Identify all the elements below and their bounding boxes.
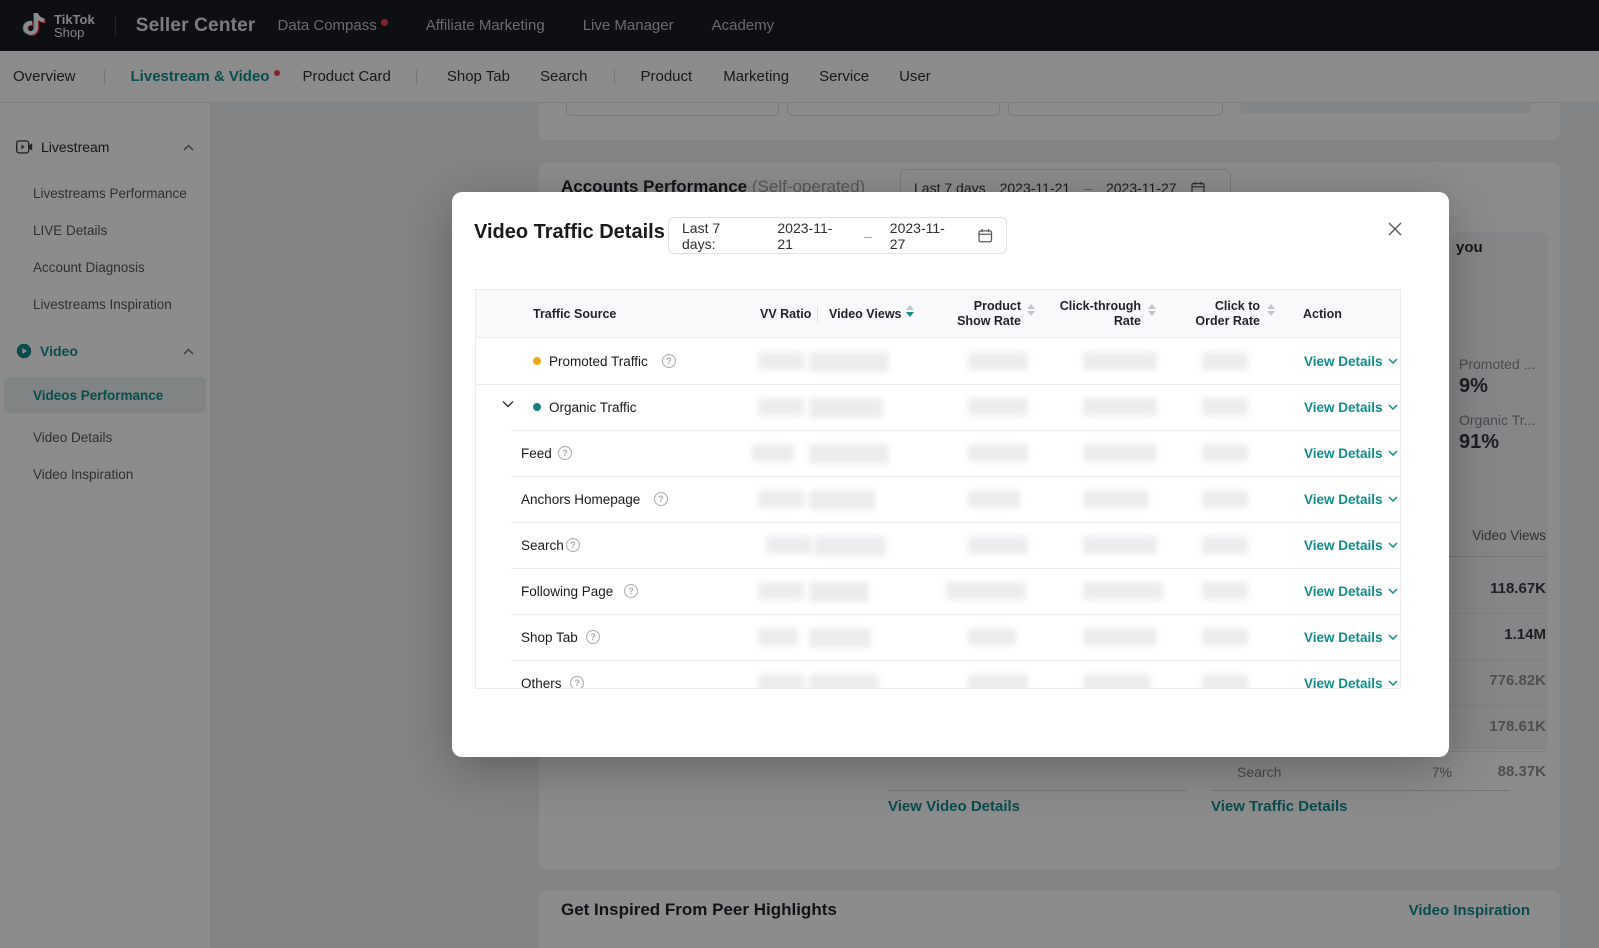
col-video-views: Video Views [829, 290, 902, 338]
col-action: Action [1303, 290, 1342, 338]
view-details-button[interactable]: View Details [1304, 446, 1398, 461]
date-start-value[interactable]: 2023-11-21 [769, 220, 854, 252]
view-details-button[interactable]: View Details [1304, 354, 1398, 369]
col-vv-ratio: VV Ratio [760, 290, 811, 338]
table-row-organic-traffic: Organic Traffic View Details [476, 384, 1400, 430]
chevron-down-icon [1388, 588, 1398, 594]
table-row-feed: Feed View Details [476, 430, 1400, 476]
chevron-down-icon [1388, 680, 1398, 686]
chevron-down-icon [1388, 542, 1398, 548]
modal-title: Video Traffic Details [474, 221, 665, 244]
help-icon[interactable] [586, 630, 600, 644]
help-icon[interactable] [624, 584, 638, 598]
help-icon[interactable] [654, 492, 668, 506]
video-traffic-details-modal: Video Traffic Details Last 7 days: 2023-… [452, 192, 1449, 757]
sort-click-through-rate[interactable] [1148, 304, 1156, 316]
view-details-button[interactable]: View Details [1304, 492, 1398, 507]
calendar-icon [978, 228, 993, 243]
table-row-promoted-traffic: Promoted Traffic View Details [476, 338, 1400, 384]
collapse-chevron-icon[interactable] [502, 400, 516, 414]
chevron-down-icon [1388, 358, 1398, 364]
view-details-button[interactable]: View Details [1304, 584, 1398, 599]
table-row-shop-tab: Shop Tab View Details [476, 614, 1400, 660]
col-traffic-source: Traffic Source [533, 290, 616, 338]
col-click-through-rate: Click-through Rate [1046, 290, 1141, 338]
view-details-button[interactable]: View Details [1304, 538, 1398, 553]
table-row-others: Others View Details [476, 660, 1400, 689]
sort-product-show-rate[interactable] [1027, 304, 1035, 316]
col-click-to-order-rate: Click to Order Rate [1170, 290, 1260, 338]
sort-video-views[interactable] [906, 305, 914, 317]
date-end-value[interactable]: 2023-11-27 [882, 220, 967, 252]
help-icon[interactable] [570, 676, 584, 689]
date-range-label: Last 7 days: [682, 220, 755, 252]
organic-traffic-dot [533, 403, 541, 411]
table-row-following-page: Following Page View Details [476, 568, 1400, 614]
close-icon[interactable] [1386, 220, 1404, 238]
view-details-button[interactable]: View Details [1304, 630, 1398, 645]
col-product-show-rate: Product Show Rate [931, 290, 1021, 338]
help-icon[interactable] [558, 446, 572, 460]
traffic-table: Traffic Source VV Ratio Video Views Prod… [475, 289, 1401, 689]
help-icon[interactable] [566, 538, 580, 552]
chevron-down-icon [1388, 496, 1398, 502]
chevron-down-icon [1388, 634, 1398, 640]
chevron-down-icon [1388, 450, 1398, 456]
table-row-search: Search View Details [476, 522, 1400, 568]
help-icon[interactable] [662, 354, 676, 368]
chevron-down-icon [1388, 404, 1398, 410]
table-row-anchors-homepage: Anchors Homepage View Details [476, 476, 1400, 522]
view-details-button[interactable]: View Details [1304, 400, 1398, 415]
promoted-traffic-dot [533, 357, 541, 365]
screen: TikTok Shop Seller Center Data Compass A… [0, 0, 1599, 948]
view-details-button[interactable]: View Details [1304, 676, 1398, 690]
table-header: Traffic Source VV Ratio Video Views Prod… [476, 290, 1400, 338]
sort-click-to-order-rate[interactable] [1267, 304, 1275, 316]
modal-date-range-picker[interactable]: Last 7 days: 2023-11-21 – 2023-11-27 [668, 217, 1007, 254]
